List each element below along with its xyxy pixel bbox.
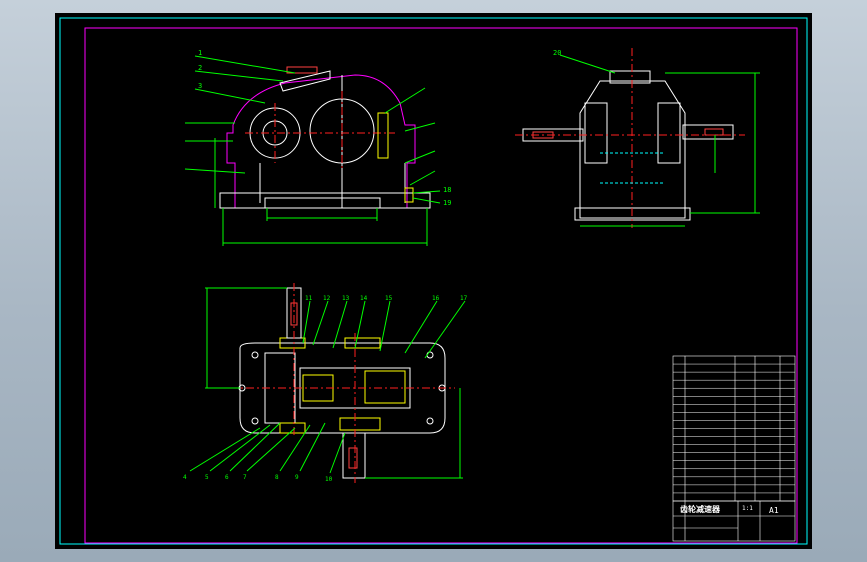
cad-viewport: 1 2 3 18 19 20 11 12 13 14 15 16 17 4 5 … bbox=[0, 0, 867, 562]
top-view bbox=[189, 283, 466, 483]
balloon-20: 20 bbox=[553, 49, 561, 57]
top-gear-large bbox=[364, 370, 406, 404]
balloon-17: 17 bbox=[460, 295, 468, 302]
top-output-shaft bbox=[342, 432, 366, 479]
balloon-1: 1 bbox=[198, 49, 202, 57]
leader-note-g bbox=[409, 170, 436, 186]
leader-1 bbox=[194, 55, 296, 74]
balloon-4: 4 bbox=[183, 474, 187, 481]
bolt-hole-2 bbox=[426, 351, 434, 359]
balloon-7: 7 bbox=[243, 474, 247, 481]
housing-outline bbox=[226, 74, 416, 209]
leader-9 bbox=[299, 422, 326, 472]
bolt-hole-1 bbox=[251, 351, 259, 359]
top-output-key bbox=[348, 447, 358, 469]
balloon-15: 15 bbox=[385, 295, 393, 302]
leader-20 bbox=[559, 54, 616, 74]
balloon-10: 10 bbox=[325, 476, 333, 483]
outer-border bbox=[59, 17, 808, 545]
balloon-2: 2 bbox=[198, 64, 202, 72]
balloon-13: 13 bbox=[342, 295, 350, 302]
leader-7 bbox=[246, 427, 296, 472]
cad-drawing: 1 2 3 18 19 20 11 12 13 14 15 16 17 4 5 … bbox=[59, 17, 808, 545]
balloon-16: 16 bbox=[432, 295, 440, 302]
balloon-8: 8 bbox=[275, 474, 279, 481]
balloon-18: 18 bbox=[443, 186, 451, 194]
front-view bbox=[184, 55, 441, 246]
leader-note-f bbox=[404, 150, 436, 164]
leader-8 bbox=[279, 424, 311, 472]
leader-5 bbox=[209, 424, 271, 472]
leader-14 bbox=[354, 300, 366, 349]
side-bearing-right bbox=[657, 102, 681, 164]
top-bearing-d bbox=[339, 417, 381, 431]
bom-rows bbox=[673, 363, 795, 494]
leader-19 bbox=[412, 197, 441, 204]
oil-gauge bbox=[377, 112, 389, 159]
side-keyway-right bbox=[704, 128, 724, 136]
title-block-sheet: A1 bbox=[769, 506, 779, 515]
side-view bbox=[515, 48, 760, 228]
drawing-frame bbox=[84, 27, 798, 544]
leader-4 bbox=[189, 427, 261, 472]
bolt-hole-4 bbox=[426, 417, 434, 425]
base-inner bbox=[264, 197, 381, 209]
balloon-11: 11 bbox=[305, 295, 313, 302]
leader-11 bbox=[302, 300, 311, 344]
balloon-6: 6 bbox=[225, 474, 229, 481]
leader-2 bbox=[194, 70, 284, 82]
top-bearing-c bbox=[279, 422, 306, 434]
leader-17 bbox=[424, 300, 466, 359]
side-output-shaft bbox=[682, 124, 734, 140]
balloon-5: 5 bbox=[205, 474, 209, 481]
title-block-name: 齿轮减速器 bbox=[680, 504, 721, 514]
top-balloons-upper: 11 12 13 14 15 16 17 bbox=[305, 295, 468, 302]
side-bearing-left bbox=[584, 102, 608, 164]
leader-note-d bbox=[384, 87, 426, 114]
balloon-14: 14 bbox=[360, 295, 368, 302]
balloon-9: 9 bbox=[295, 474, 299, 481]
drawing-canvas[interactable]: 1 2 3 18 19 20 11 12 13 14 15 16 17 4 5 … bbox=[55, 13, 812, 549]
title-block-scale: 1:1 bbox=[742, 505, 753, 512]
balloon-19: 19 bbox=[443, 199, 451, 207]
balloon-12: 12 bbox=[323, 295, 331, 302]
balloon-3: 3 bbox=[198, 82, 202, 90]
top-balloons-lower: 4 5 6 7 8 9 10 bbox=[183, 474, 333, 483]
leader-12 bbox=[312, 300, 329, 346]
leader-note-e bbox=[404, 122, 436, 132]
bolt-hole-3 bbox=[251, 417, 259, 425]
base-flange bbox=[219, 192, 431, 209]
leader-16 bbox=[404, 300, 438, 354]
drain-plug bbox=[404, 187, 414, 203]
